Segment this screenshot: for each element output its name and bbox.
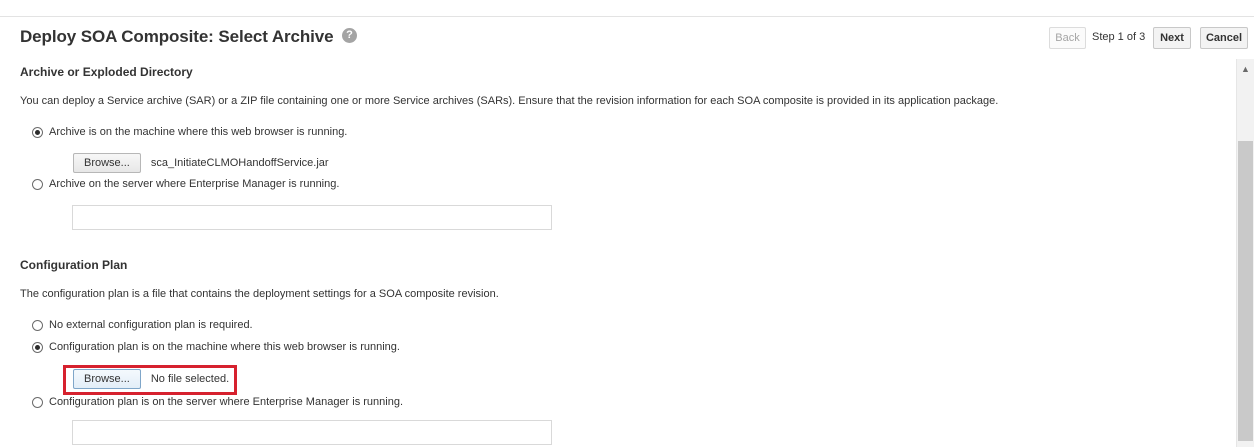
config-none-label: No external configuration plan is requir… — [49, 319, 253, 331]
highlight-box — [63, 365, 237, 395]
config-none-radio[interactable] — [32, 319, 43, 331]
archive-server-path-input[interactable] — [72, 205, 552, 230]
archive-local-radio[interactable] — [32, 126, 43, 138]
config-server-option[interactable]: Configuration plan is on the server wher… — [32, 395, 403, 409]
archive-section-title: Archive or Exploded Directory — [20, 65, 193, 79]
archive-server-option[interactable]: Archive on the server where Enterprise M… — [32, 177, 339, 191]
scrollbar-thumb[interactable] — [1238, 141, 1253, 441]
config-local-label: Configuration plan is on the machine whe… — [49, 341, 400, 353]
page-header: Deploy SOA Composite: Select Archive ? B… — [0, 17, 1254, 59]
page-title: Deploy SOA Composite: Select Archive — [20, 27, 334, 46]
archive-local-label: Archive is on the machine where this web… — [49, 126, 348, 138]
next-button[interactable]: Next — [1153, 27, 1191, 49]
archive-local-option[interactable]: Archive is on the machine where this web… — [32, 125, 347, 139]
archive-file-row: Browse... sca_InitiateCLMOHandoffService… — [73, 153, 329, 173]
vertical-scrollbar[interactable]: ▲ — [1236, 59, 1254, 447]
archive-selected-file: sca_InitiateCLMOHandoffService.jar — [150, 157, 329, 169]
back-button[interactable]: Back — [1049, 27, 1086, 49]
archive-server-radio[interactable] — [32, 178, 43, 190]
config-server-path-input[interactable] — [72, 420, 552, 445]
step-indicator: Step 1 of 3 — [1092, 31, 1146, 43]
help-icon[interactable]: ? — [342, 28, 357, 43]
cancel-button[interactable]: Cancel — [1200, 27, 1248, 49]
config-local-option[interactable]: Configuration plan is on the machine whe… — [32, 340, 400, 354]
config-section-description: The configuration plan is a file that co… — [20, 288, 499, 300]
archive-section-description: You can deploy a Service archive (SAR) o… — [20, 95, 999, 107]
config-local-radio[interactable] — [32, 341, 43, 353]
config-server-radio[interactable] — [32, 396, 43, 408]
config-server-label: Configuration plan is on the server wher… — [49, 396, 404, 408]
archive-server-label: Archive on the server where Enterprise M… — [49, 178, 340, 190]
archive-browse-button[interactable]: Browse... — [73, 153, 141, 173]
config-none-option[interactable]: No external configuration plan is requir… — [32, 318, 253, 332]
chevron-up-icon[interactable]: ▲ — [1237, 63, 1254, 75]
config-section-title: Configuration Plan — [20, 258, 128, 272]
